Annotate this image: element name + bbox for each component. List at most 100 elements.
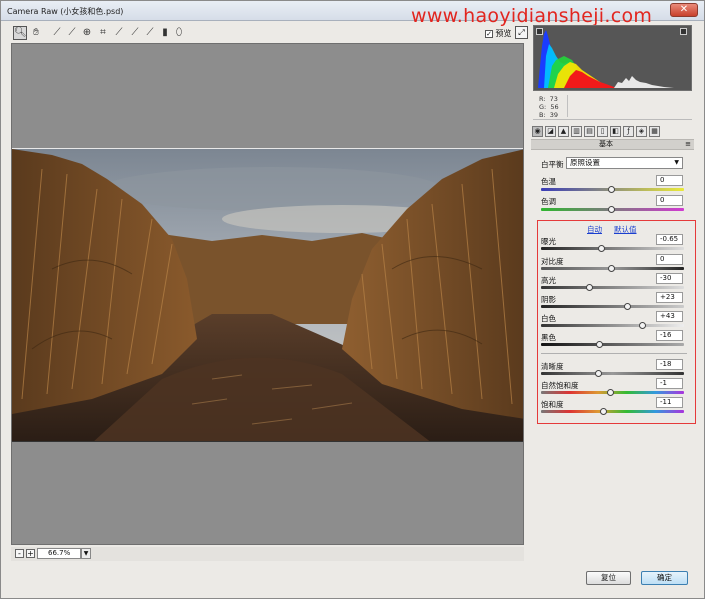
highlights-value[interactable]: -30 [656, 273, 683, 284]
panel-tabs: ◉ ◪ ▲ ▥ ▤ ▯ ◧ ƒ ◈ ▦ [531, 125, 694, 138]
highlights-slider[interactable] [541, 286, 684, 289]
preview-toggle[interactable]: ✓ 预览 [485, 28, 512, 39]
zoom-level-field[interactable]: 66.7% [37, 548, 81, 559]
straighten-icon[interactable]: ⟋ [112, 26, 126, 40]
ok-button[interactable]: 确定 [641, 571, 688, 585]
spot-removal-icon[interactable]: ⟋ [128, 26, 142, 40]
zoom-dropdown-icon[interactable]: ▼ [81, 548, 91, 559]
clarity-slider[interactable] [541, 372, 684, 375]
tone-curve-tab-icon[interactable]: ◪ [545, 126, 556, 137]
reset-button[interactable]: 复位 [586, 571, 631, 585]
red-eye-icon[interactable]: ⟋ [143, 26, 157, 40]
clarity-value[interactable]: -18 [656, 359, 683, 370]
section-header: 基本 ≡ [531, 139, 694, 150]
histogram [533, 25, 692, 91]
saturation-label: 饱和度 [541, 400, 564, 409]
section-title: 基本 [599, 140, 613, 148]
saturation-slider-thumb[interactable] [600, 408, 607, 415]
window-title: Camera Raw (小女孩和色.psd) [7, 7, 124, 16]
fullscreen-icon[interactable]: ⤢ [515, 26, 528, 39]
panel-menu-icon[interactable]: ≡ [685, 140, 691, 149]
zoom-icon[interactable]: 🔍︎ [13, 26, 27, 40]
rgb-readout: R: 73 G: 56 B: 39 [533, 93, 692, 120]
effects-tab-icon[interactable]: ◧ [610, 126, 621, 137]
shadows-value[interactable]: +23 [656, 292, 683, 303]
camera-raw-window: Camera Raw (小女孩和色.psd) ✕ www.haoyidiansh… [0, 0, 705, 599]
zoom-out-button[interactable]: - [15, 549, 24, 558]
tint-slider-thumb[interactable] [608, 206, 615, 213]
split-toning-tab-icon[interactable]: ▤ [584, 126, 595, 137]
color-sampler-icon[interactable]: ⟋ [65, 26, 79, 40]
section-divider [541, 353, 687, 354]
histogram-graph [538, 30, 674, 88]
lens-tab-icon[interactable]: ▯ [597, 126, 608, 137]
shadows-slider[interactable] [541, 305, 684, 308]
vibrance-label: 自然饱和度 [541, 381, 579, 390]
chevron-down-icon: ▼ [674, 159, 679, 166]
vibrance-slider-thumb[interactable] [607, 389, 614, 396]
whites-slider[interactable] [541, 324, 684, 327]
blacks-slider[interactable] [541, 343, 684, 346]
target-adjust-icon[interactable]: ⊕ [80, 26, 94, 40]
rgb-divider [567, 95, 568, 117]
preview-label: 预览 [495, 29, 512, 38]
r-label: R: 73 [539, 95, 558, 103]
white-balance-select[interactable]: 原照设置 ▼ [566, 157, 683, 169]
temperature-slider-thumb[interactable] [608, 186, 615, 193]
preview-photo [12, 148, 523, 442]
blacks-label: 黑色 [541, 333, 556, 342]
image-canvas[interactable] [11, 43, 524, 545]
whites-slider-thumb[interactable] [639, 322, 646, 329]
saturation-slider[interactable] [541, 410, 684, 413]
clarity-slider-thumb[interactable] [595, 370, 602, 377]
graduated-filter-icon[interactable]: ⬯ [172, 26, 186, 40]
exposure-slider[interactable] [541, 247, 684, 250]
shadows-label: 阴影 [541, 295, 556, 304]
tint-label: 色调 [541, 197, 556, 206]
contrast-value[interactable]: 0 [656, 254, 683, 265]
adjustment-brush-icon[interactable]: ▮ [158, 26, 172, 40]
detail-tab-icon[interactable]: ▲ [558, 126, 569, 137]
corn-maze-photo [12, 149, 523, 441]
hsl-tab-icon[interactable]: ▥ [571, 126, 582, 137]
highlights-slider-thumb[interactable] [586, 284, 593, 291]
white-balance-icon[interactable]: ⟋ [50, 26, 64, 40]
whites-label: 白色 [541, 314, 556, 323]
highlights-label: 高光 [541, 276, 556, 285]
basic-tab-icon[interactable]: ◉ [532, 126, 543, 137]
camera-calibration-tab-icon[interactable]: ƒ [623, 126, 634, 137]
auto-link[interactable]: 自动 [587, 224, 602, 235]
exposure-label: 曝光 [541, 237, 556, 246]
hand-icon[interactable]: ✋︎ [29, 26, 43, 40]
shadow-clipping-toggle[interactable] [536, 28, 543, 35]
zoom-bar: - + 66.7% ▼ [11, 547, 524, 561]
temperature-value[interactable]: 0 [656, 175, 683, 186]
exposure-value[interactable]: -0.65 [656, 234, 683, 245]
snapshots-tab-icon[interactable]: ▦ [649, 126, 660, 137]
white-balance-label: 白平衡 [541, 160, 564, 169]
whites-value[interactable]: +43 [656, 311, 683, 322]
watermark-text: www.haoyidiansheji.com [411, 5, 653, 27]
zoom-in-button[interactable]: + [26, 549, 35, 558]
crop-icon[interactable]: ⌗ [96, 26, 110, 40]
highlight-clipping-toggle[interactable] [680, 28, 687, 35]
presets-tab-icon[interactable]: ◈ [636, 126, 647, 137]
default-link[interactable]: 默认值 [614, 224, 637, 235]
blacks-value[interactable]: -16 [656, 330, 683, 341]
tint-value[interactable]: 0 [656, 195, 683, 206]
blacks-slider-thumb[interactable] [596, 341, 603, 348]
contrast-label: 对比度 [541, 257, 564, 266]
toolbar: 🔍︎ ✋︎ ⟋ ⟋ ⊕ ⌗ ⟋ ⟋ ⟋ ▮ ⬯ ✓ 预览 ⤢ [11, 25, 528, 43]
g-label: G: 56 [539, 103, 559, 111]
close-button[interactable]: ✕ [670, 3, 698, 17]
b-label: B: 39 [539, 111, 559, 119]
shadows-slider-thumb[interactable] [624, 303, 631, 310]
saturation-value[interactable]: -11 [656, 397, 683, 408]
preview-checkbox[interactable]: ✓ [485, 29, 493, 38]
white-balance-value: 原照设置 [570, 158, 600, 167]
contrast-slider-thumb[interactable] [608, 265, 615, 272]
temperature-label: 色温 [541, 177, 556, 186]
vibrance-value[interactable]: -1 [656, 378, 683, 389]
exposure-slider-thumb[interactable] [598, 245, 605, 252]
clarity-label: 清晰度 [541, 362, 564, 371]
